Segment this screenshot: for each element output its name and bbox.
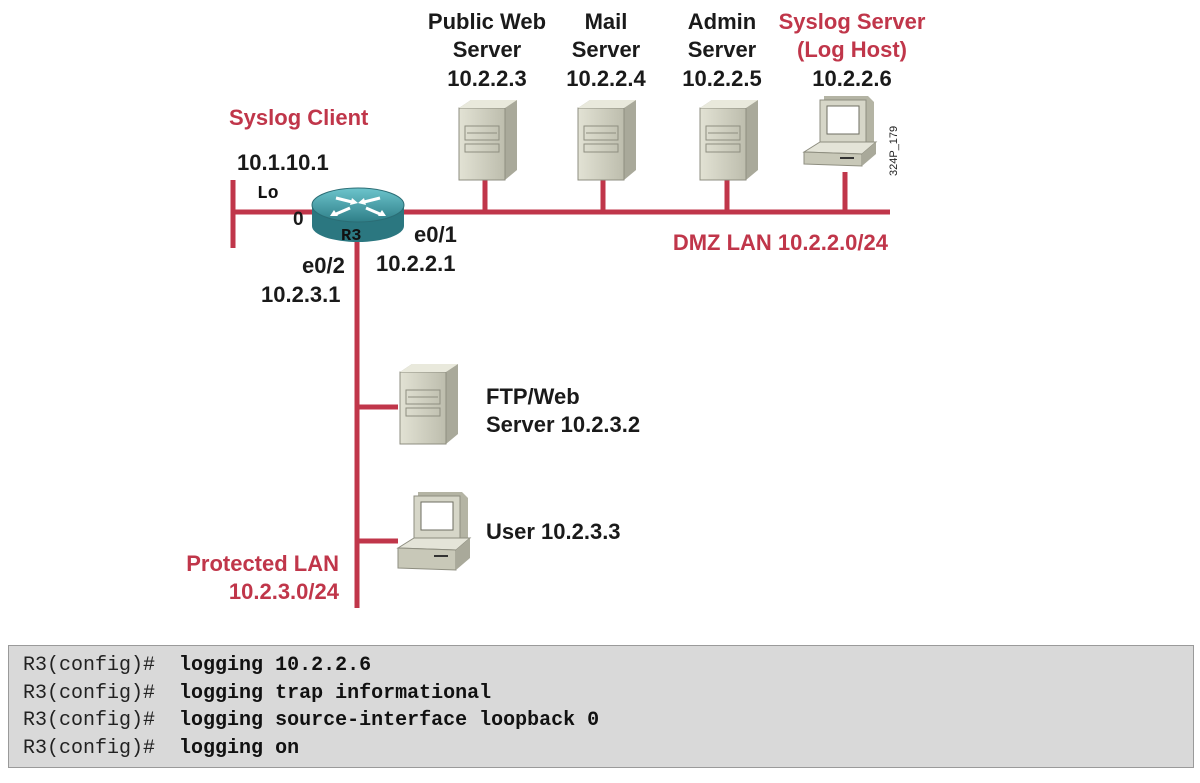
ftp-web-server-icon [399,364,458,445]
e01-interface-label: e0/1 [414,222,457,247]
admin-server-ip: 10.2.2.5 [682,66,762,91]
loopback-label: Lo [257,184,279,204]
config-prompt: R3(config)# [23,654,156,677]
figure-id: 324P_179 [888,126,900,176]
config-prompt: R3(config)# [23,736,156,760]
public-web-server-icon [458,100,517,181]
config-command: logging trap informational [179,681,492,705]
protected-lan-label-line2: 10.2.3.0/24 [229,579,340,604]
public-web-server-label-line1: Public Web [428,9,546,34]
user-label: User 10.2.3.3 [486,519,621,544]
network-diagram: Public Web Server 10.2.2.3 Mail Server 1… [186,9,926,608]
public-web-server-ip: 10.2.2.3 [447,66,527,91]
config-line: R3(config)# logging on [23,735,1179,763]
config-line: R3(config)# logging source-interface loo… [23,707,1179,735]
protected-lan-label-line1: Protected LAN [186,551,339,576]
mail-server-label-line2: Server [572,37,641,62]
syslog-server-label-line1: Syslog Server [779,9,926,34]
syslog-client-label: Syslog Client [229,105,369,130]
mail-server-ip: 10.2.2.4 [566,66,646,91]
config-line: R3(config)# logging 10.2.2.6 [23,652,1179,680]
admin-server-label-line1: Admin [688,9,756,34]
dmz-lan-label: DMZ LAN 10.2.2.0/24 [673,230,889,255]
syslog-server-workstation-icon [802,96,878,167]
config-command: logging 10.2.2.6 [179,654,372,677]
mail-server-label-line1: Mail [585,9,628,34]
config-code-block: R3(config)# logging 10.2.2.6 R3(config)#… [8,645,1194,768]
loopback-number: 0 [293,209,304,230]
syslog-server-ip: 10.2.2.6 [812,66,892,91]
user-workstation-icon [396,492,472,571]
mail-server-icon [577,100,636,181]
config-prompt: R3(config)# [23,709,156,732]
config-command: logging source-interface loopback 0 [179,709,600,732]
e01-ip: 10.2.2.1 [376,251,456,276]
syslog-server-label-line2: (Log Host) [797,37,907,62]
e02-ip: 10.2.3.1 [261,282,341,307]
public-web-server-label-line2: Server [453,37,522,62]
loopback-ip: 10.1.10.1 [237,150,329,175]
router-name: R3 [341,227,361,246]
config-command: logging on [179,736,300,760]
ftp-web-server-label-line1: FTP/Web [486,384,580,409]
e02-interface-label: e0/2 [302,253,345,278]
config-prompt: R3(config)# [23,681,156,705]
admin-server-icon [699,100,758,181]
ftp-web-server-label-line2: Server 10.2.3.2 [486,412,640,437]
admin-server-label-line2: Server [688,37,757,62]
config-line: R3(config)# logging trap informational [23,680,1179,708]
